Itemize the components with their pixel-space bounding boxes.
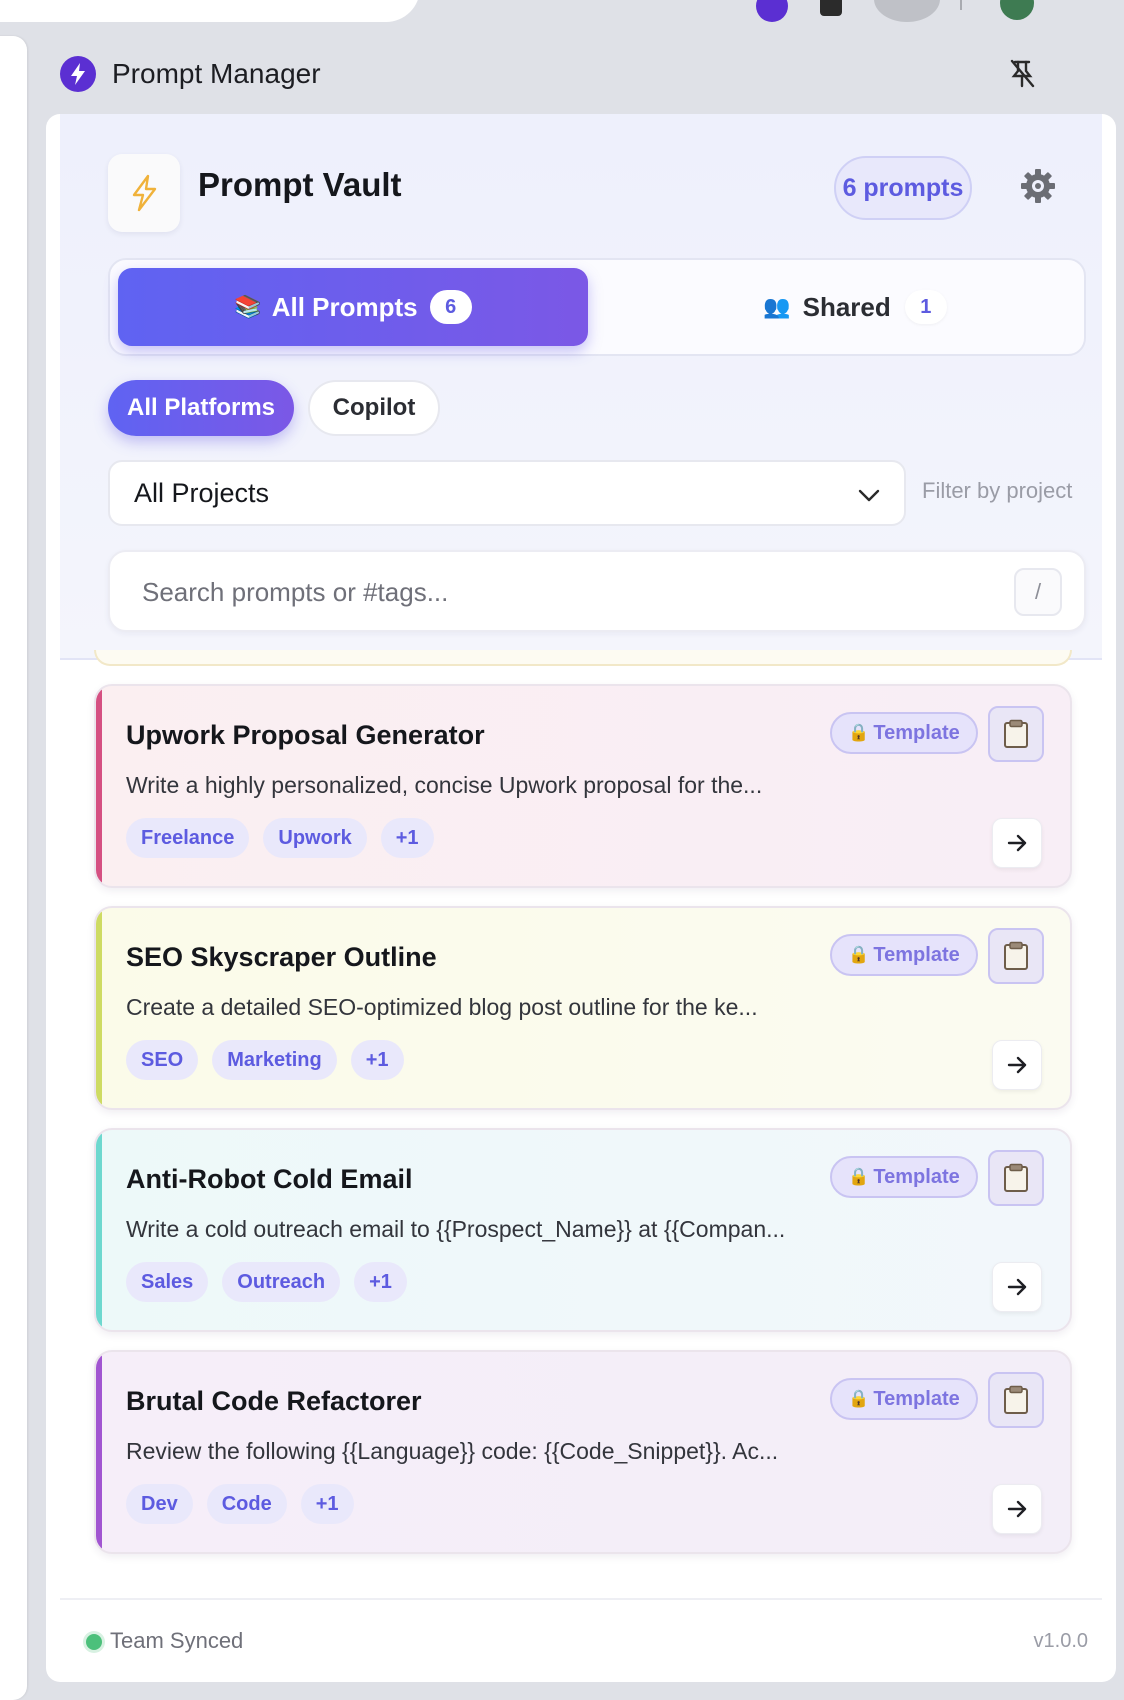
- sync-status-text: Team Synced: [110, 1628, 244, 1653]
- tag-chip[interactable]: Marketing: [212, 1040, 337, 1080]
- tab-label: Shared: [802, 291, 891, 322]
- clipboard-icon: [1004, 941, 1028, 970]
- tab-label: All Prompts: [271, 291, 418, 322]
- tag-chip[interactable]: Code: [206, 1484, 287, 1524]
- tag-chip[interactable]: SEO: [126, 1040, 199, 1080]
- panel-title: Prompt Manager: [112, 58, 321, 89]
- tab-all-prompts[interactable]: 📚 All Prompts 6: [118, 268, 588, 346]
- vault-title: Prompt Vault: [198, 166, 402, 203]
- search-box: /: [108, 550, 1086, 632]
- prompt-title: Anti-Robot Cold Email: [126, 1164, 413, 1194]
- prompt-description: Write a cold outreach email to {{Prospec…: [126, 1216, 786, 1242]
- template-badge: 🔒 Template: [830, 934, 978, 976]
- arrow-right-icon: [1007, 1056, 1027, 1074]
- unpin-icon[interactable]: [1007, 58, 1037, 90]
- tab-count-badge: 6: [429, 290, 472, 324]
- side-panel-button[interactable]: [874, 0, 940, 22]
- open-prompt-button[interactable]: [992, 1484, 1042, 1534]
- version-label: v1.0.0: [1033, 1630, 1088, 1652]
- project-select-value: All Projects: [134, 477, 270, 508]
- tag-chip[interactable]: Freelance: [126, 818, 250, 858]
- tag-list: SEO Marketing +1: [126, 1040, 404, 1080]
- open-prompt-button[interactable]: [992, 818, 1042, 868]
- copy-button[interactable]: [988, 1150, 1044, 1206]
- arrow-right-icon: [1007, 834, 1027, 852]
- people-icon: 👥: [763, 294, 791, 319]
- gear-icon[interactable]: [1018, 166, 1058, 206]
- tag-more-chip[interactable]: +1: [380, 818, 434, 858]
- vault-header-section: Prompt Vault 6 prompts 📚 All Prompts 6 👥…: [60, 114, 1102, 660]
- template-badge: 🔒 Template: [830, 712, 978, 754]
- template-badge: 🔒 Template: [830, 1378, 978, 1420]
- lightning-icon: [108, 154, 180, 232]
- platform-chip-all[interactable]: All Platforms: [108, 380, 294, 436]
- lock-icon: 🔒: [848, 1167, 870, 1186]
- lock-icon: 🔒: [848, 945, 870, 964]
- tag-more-chip[interactable]: +1: [354, 1262, 407, 1302]
- panel-footer: Team Synced v1.0.0: [60, 1598, 1102, 1682]
- copy-button[interactable]: [988, 706, 1044, 762]
- extension-icon[interactable]: [756, 0, 788, 22]
- prompt-card[interactable]: SEO Skyscraper Outline Create a detailed…: [94, 906, 1072, 1110]
- tag-more-chip[interactable]: +1: [300, 1484, 354, 1524]
- profile-avatar[interactable]: [1000, 0, 1034, 20]
- copy-button[interactable]: [988, 928, 1044, 984]
- card-accent-bar: [96, 686, 102, 886]
- prompt-title: Brutal Code Refactorer: [126, 1386, 422, 1416]
- open-prompt-button[interactable]: [992, 1262, 1042, 1312]
- toolbar-separator: [960, 0, 962, 10]
- prompt-title: SEO Skyscraper Outline: [126, 942, 437, 972]
- list-item-partial: [94, 650, 1072, 666]
- card-accent-bar: [96, 1130, 102, 1330]
- card-accent-bar: [96, 1352, 102, 1552]
- card-accent-bar: [96, 908, 102, 1108]
- tab-shared[interactable]: 👥 Shared 1: [630, 268, 1080, 346]
- tab-count-badge: 1: [904, 290, 947, 324]
- prompt-description: Review the following {{Language}} code: …: [126, 1438, 779, 1464]
- filter-hint: Filter by project: [922, 478, 1073, 503]
- template-badge: 🔒 Template: [830, 1156, 978, 1198]
- books-icon: 📚: [234, 294, 262, 319]
- tag-chip[interactable]: Sales: [126, 1262, 209, 1302]
- chevron-down-icon: [856, 482, 882, 508]
- tag-chip[interactable]: Outreach: [222, 1262, 341, 1302]
- lock-icon: 🔒: [848, 723, 870, 742]
- tag-list: Freelance Upwork +1: [126, 818, 434, 858]
- clipboard-icon: [1004, 719, 1028, 748]
- open-prompt-button[interactable]: [992, 1040, 1042, 1090]
- shortcut-key-hint: /: [1014, 568, 1062, 616]
- prompt-card[interactable]: Upwork Proposal Generator Write a highly…: [94, 684, 1072, 888]
- search-input[interactable]: [142, 570, 962, 614]
- tag-list: Sales Outreach +1: [126, 1262, 407, 1302]
- browser-toolbar: [0, 0, 1124, 24]
- tag-more-chip[interactable]: +1: [350, 1040, 404, 1080]
- browser-address-area: [0, 0, 420, 22]
- view-tabs: 📚 All Prompts 6 👥 Shared 1: [108, 258, 1086, 356]
- prompt-title: Upwork Proposal Generator: [126, 720, 485, 750]
- lightning-icon: [60, 56, 96, 92]
- copy-button[interactable]: [988, 1372, 1044, 1428]
- arrow-right-icon: [1007, 1500, 1027, 1518]
- toolbar-icon[interactable]: [820, 0, 842, 16]
- lock-icon: 🔒: [848, 1389, 870, 1408]
- prompt-card[interactable]: Anti-Robot Cold Email Write a cold outre…: [94, 1128, 1072, 1332]
- page-content-edge: [0, 36, 27, 1700]
- tag-chip[interactable]: Dev: [126, 1484, 193, 1524]
- project-select[interactable]: All Projects: [108, 460, 906, 526]
- clipboard-icon: [1004, 1385, 1028, 1414]
- arrow-right-icon: [1007, 1278, 1027, 1296]
- prompt-card[interactable]: Brutal Code Refactorer Review the follow…: [94, 1350, 1072, 1554]
- prompt-count-badge: 6 prompts: [834, 156, 972, 220]
- prompt-vault-panel: Prompt Vault 6 prompts 📚 All Prompts 6 👥…: [46, 114, 1116, 1682]
- prompt-description: Create a detailed SEO-optimized blog pos…: [126, 994, 758, 1020]
- platform-chip-copilot[interactable]: Copilot: [308, 380, 440, 436]
- tag-chip[interactable]: Upwork: [263, 818, 367, 858]
- sync-status-dot: [86, 1634, 102, 1650]
- tag-list: Dev Code +1: [126, 1484, 354, 1524]
- side-panel-header: Prompt Manager: [47, 36, 1124, 112]
- prompt-description: Write a highly personalized, concise Upw…: [126, 772, 763, 798]
- clipboard-icon: [1004, 1163, 1028, 1192]
